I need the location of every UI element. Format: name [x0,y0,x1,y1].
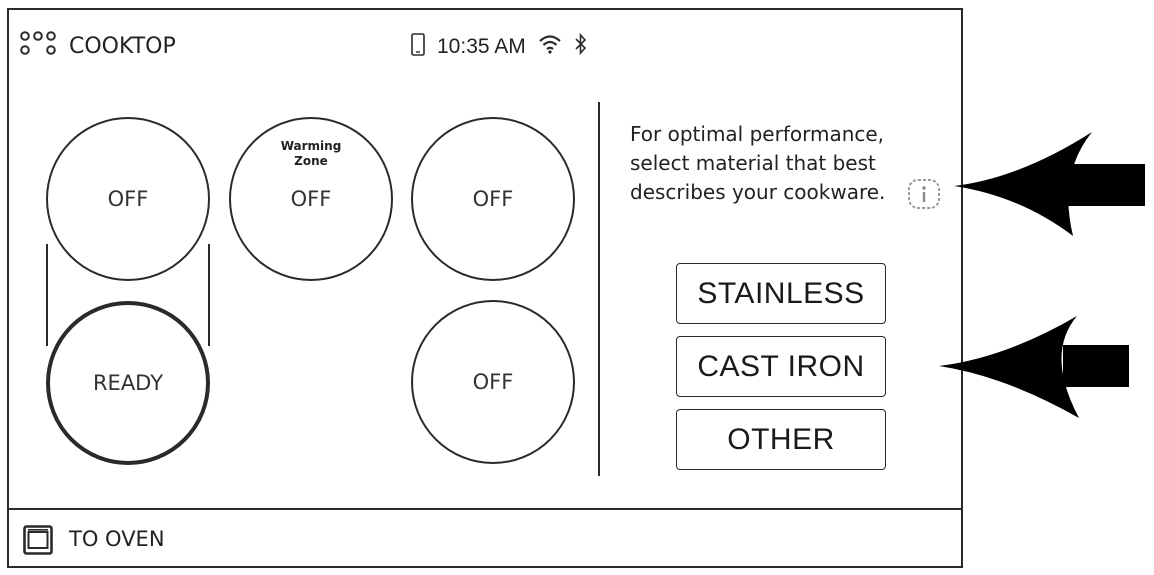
material-cast-iron-button[interactable]: CAST IRON [676,336,886,397]
warming-zone-label-line2: Zone [294,154,328,168]
burner-state: OFF [472,370,514,394]
panel-divider [598,102,600,476]
burner-rear-left[interactable]: READY [46,301,210,465]
burner-front-left[interactable]: OFF [46,117,210,281]
instruction-line: describes your cookware. [630,180,886,204]
to-oven-button[interactable]: TO OVEN [19,522,209,558]
callout-arrow-materials [939,316,1129,418]
callout-arrow-info [954,132,1145,236]
instruction-line: select material that best [630,151,876,175]
burner-state: OFF [472,187,514,211]
burner-state: OFF [290,187,332,211]
burner-state: OFF [107,187,149,211]
bridge-line-right [208,244,210,346]
material-stainless-button[interactable]: STAINLESS [676,263,886,324]
warming-zone-label-line1: Warming [280,139,342,153]
burner-back-right[interactable]: OFF [411,117,575,281]
instruction-line: For optimal performance, [630,122,885,146]
cookware-instruction: For optimal performance, select material… [630,120,930,207]
wifi-icon [539,35,561,54]
cooktop-screen: COOKTOP 10:35 AM OFF Warming Zone OFF OF… [7,8,963,568]
page-title: COOKTOP [69,34,176,59]
clock-time: 10:35 AM [437,35,526,58]
phone-icon [411,33,425,56]
to-oven-label: TO OVEN [69,527,165,551]
material-other-button[interactable]: OTHER [676,409,886,470]
cooktop-icon [20,31,56,55]
burner-state: READY [92,371,164,395]
burner-warming-zone[interactable]: Warming Zone OFF [229,117,393,281]
bluetooth-icon [575,33,587,55]
warming-zone-label: Warming Zone [231,139,391,169]
burner-front-right[interactable]: OFF [411,300,575,464]
bridge-line-left [46,244,48,346]
oven-icon [23,525,53,555]
footer-divider [9,508,961,510]
info-icon[interactable] [907,178,941,210]
